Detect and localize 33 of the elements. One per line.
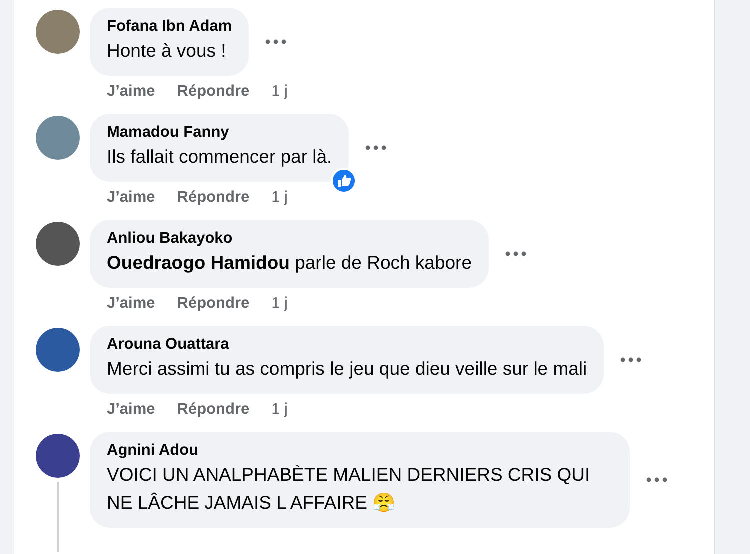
comment-text: Honte à vous ! — [107, 39, 228, 63]
like-link[interactable]: J’aime — [107, 80, 156, 104]
avatar — [36, 10, 80, 54]
comment-time[interactable]: 1 j — [272, 398, 288, 422]
comment-time[interactable]: 1 j — [272, 292, 288, 316]
more-options-icon[interactable] — [504, 251, 527, 257]
comment-time[interactable]: 1 j — [272, 186, 288, 210]
like-reaction-icon[interactable] — [331, 168, 358, 194]
reply-link[interactable]: Répondre — [177, 398, 250, 422]
author-name[interactable]: Arouna Ouattara — [107, 335, 588, 355]
reply-link[interactable]: Répondre — [177, 292, 250, 316]
avatar — [36, 328, 80, 372]
like-link[interactable]: J’aime — [107, 292, 156, 316]
author-name[interactable]: Anliou Bakayoko — [107, 229, 472, 249]
comment-text: Merci assimi tu as compris le jeu que dieu veille sur le mali — [107, 357, 588, 381]
avatar — [36, 434, 80, 478]
author-name[interactable]: Mamadou Fanny — [107, 123, 332, 143]
author-name[interactable]: Agnini Adou — [107, 441, 613, 461]
more-options-icon[interactable] — [620, 357, 642, 363]
comment-text: Ils fallait commencer par là. — [107, 145, 332, 169]
comment-text: VOICI UN ANALPHABÈTE MALIEN DERNIERS CRIS QUI NE LÂCHE JAMAIS L AFFAIRE 😤 — [107, 463, 592, 515]
more-options-icon[interactable] — [646, 477, 668, 483]
more-options-icon[interactable] — [365, 145, 388, 151]
comment-time[interactable]: 1 j — [272, 80, 288, 104]
reply-link[interactable]: Répondre — [177, 80, 250, 104]
reply-link[interactable]: Répondre — [177, 186, 250, 210]
comment-text: Ouedraogo Hamidou parle de Roch kabore — [107, 251, 472, 275]
avatar — [36, 116, 80, 160]
avatar — [36, 222, 80, 266]
more-options-icon[interactable] — [265, 39, 288, 45]
author-name[interactable]: Fofana Ibn Adam — [107, 17, 232, 37]
like-link[interactable]: J’aime — [107, 186, 156, 210]
like-link[interactable]: J’aime — [107, 398, 156, 422]
